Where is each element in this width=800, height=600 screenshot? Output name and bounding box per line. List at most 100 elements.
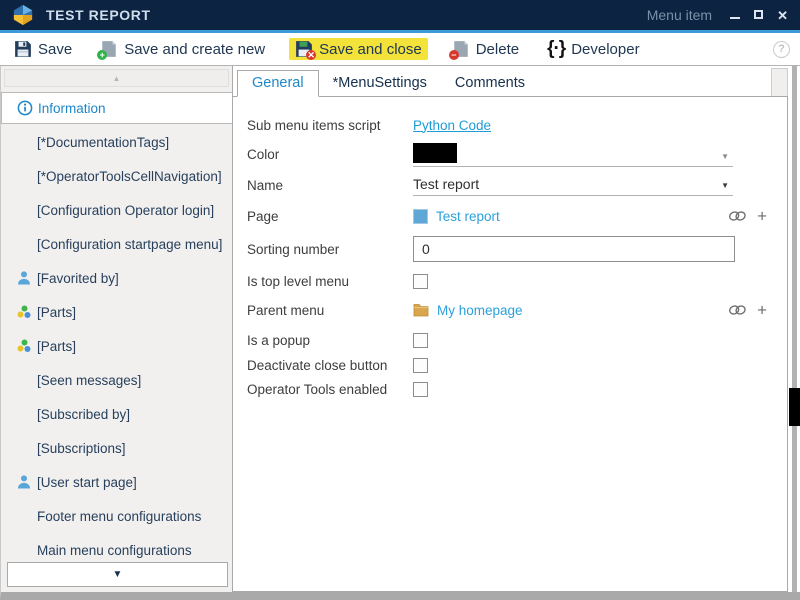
main-content: General *MenuSettings Comments Sub menu … [233, 66, 800, 592]
sidebar-item-favorited-by[interactable]: [Favorited by] [1, 261, 232, 295]
color-dropdown[interactable]: ▼ [413, 142, 733, 167]
sidebar-item-seen-messages[interactable]: [Seen messages] [1, 363, 232, 397]
developer-button[interactable]: {·} Developer [543, 36, 644, 62]
maximize-icon [754, 10, 763, 19]
page-icon [413, 209, 428, 224]
row-parent-menu: Parent menu My homepage + [247, 295, 773, 325]
sidebar-item-footer-menu-configurations[interactable]: Footer menu configurations [1, 499, 232, 533]
sidebar-item-label: [Parts] [37, 305, 76, 320]
row-is-a-popup: Is a popup [247, 327, 773, 353]
link-icon[interactable] [728, 210, 747, 223]
row-sorting-number: Sorting number [247, 233, 773, 265]
general-tab-panel: Sub menu items script Python Code Color … [233, 96, 788, 592]
delete-label: Delete [476, 41, 519, 58]
sidebar: ▲ Information [*DocumentationTags] [*Ope… [1, 66, 233, 592]
add-icon[interactable]: + [757, 208, 767, 225]
field-label: Sub menu items script [247, 118, 413, 133]
row-is-top-level-menu: Is top level menu [247, 267, 773, 295]
tab-comments[interactable]: Comments [441, 71, 539, 96]
save-and-close-button[interactable]: ✕ Save and close [289, 38, 428, 60]
page-reference-link[interactable]: Test report [436, 209, 500, 224]
redaction-block [789, 388, 800, 426]
save-new-icon: + [100, 40, 118, 58]
sidebar-item-subscribed-by[interactable]: [Subscribed by] [1, 397, 232, 431]
link-icon[interactable] [728, 304, 747, 317]
help-button[interactable]: ? [773, 41, 790, 58]
user-icon [16, 270, 32, 286]
tab-menusettings[interactable]: *MenuSettings [319, 71, 441, 96]
sidebar-item-label: [Subscriptions] [37, 441, 126, 456]
sidebar-item-label: Information [38, 101, 106, 116]
tab-general[interactable]: General [237, 70, 319, 97]
is-top-level-menu-checkbox[interactable] [413, 274, 428, 289]
deactivate-close-button-checkbox[interactable] [413, 358, 428, 373]
maximize-button[interactable] [754, 9, 763, 21]
operator-tools-enabled-checkbox[interactable] [413, 382, 428, 397]
save-label: Save [38, 41, 72, 58]
help-icon: ? [778, 43, 785, 55]
field-label: Name [247, 178, 413, 193]
color-swatch [413, 143, 457, 163]
app-window: TEST REPORT Menu item ✕ Save + Save and … [0, 0, 800, 600]
sidebar-section-dropdown[interactable]: ▼ [7, 562, 228, 587]
add-icon[interactable]: + [757, 302, 767, 319]
row-sub-menu-items-script: Sub menu items script Python Code [247, 111, 773, 139]
sidebar-item-subscriptions[interactable]: [Subscriptions] [1, 431, 232, 465]
sidebar-item-parts-1[interactable]: [Parts] [1, 295, 232, 329]
close-button[interactable]: ✕ [777, 9, 788, 22]
sidebar-item-information[interactable]: Information [1, 92, 232, 124]
tab-strip: General *MenuSettings Comments [233, 66, 788, 96]
chevron-down-icon: ▼ [721, 152, 729, 161]
folder-icon [413, 302, 429, 318]
minimize-button[interactable] [730, 9, 740, 21]
save-and-create-new-button[interactable]: + Save and create new [96, 38, 269, 60]
developer-label: Developer [571, 41, 639, 58]
is-a-popup-checkbox[interactable] [413, 333, 428, 348]
row-color: Color ▼ [247, 139, 773, 169]
field-label: Page [247, 209, 413, 224]
scroll-up-icon: ▲ [113, 74, 121, 83]
close-icon: ✕ [777, 8, 788, 23]
window-resize-border [792, 66, 797, 592]
delete-button[interactable]: − Delete [448, 38, 523, 60]
field-label: Deactivate close button [247, 358, 413, 373]
parent-menu-link[interactable]: My homepage [437, 303, 523, 318]
python-code-link[interactable]: Python Code [413, 118, 491, 133]
save-icon [14, 40, 32, 58]
sidebar-item-configuration-operator-login[interactable]: [Configuration Operator login] [1, 193, 232, 227]
sidebar-item-label: [Parts] [37, 339, 76, 354]
sidebar-item-user-start-page[interactable]: [User start page] [1, 465, 232, 499]
sidebar-item-parts-2[interactable]: [Parts] [1, 329, 232, 363]
sidebar-item-operatortoolscellnavigation[interactable]: [*OperatorToolsCellNavigation] [1, 159, 232, 193]
sidebar-item-configuration-startpage-menu[interactable]: [Configuration startpage menu] [1, 227, 232, 261]
save-close-icon: ✕ [295, 40, 313, 58]
field-label: Is a popup [247, 333, 413, 348]
sidebar-item-documentationtags[interactable]: [*DocumentationTags] [1, 125, 232, 159]
field-label: Color [247, 147, 413, 162]
row-deactivate-close-button: Deactivate close button [247, 353, 773, 377]
sidebar-item-label: [Configuration Operator login] [37, 203, 214, 218]
info-icon [17, 100, 33, 116]
delete-icon: − [452, 40, 470, 58]
window-right-edge [788, 66, 800, 592]
sidebar-scroll-up-button[interactable]: ▲ [4, 69, 229, 87]
name-combobox[interactable]: Test report ▼ [413, 174, 733, 196]
field-label: Parent menu [247, 303, 413, 318]
save-new-label: Save and create new [124, 41, 265, 58]
field-label: Sorting number [247, 242, 413, 257]
field-label: Is top level menu [247, 274, 413, 289]
window-title: TEST REPORT [46, 7, 151, 23]
title-bar: TEST REPORT Menu item ✕ [0, 0, 800, 30]
sidebar-item-label: [*OperatorToolsCellNavigation] [37, 169, 222, 184]
save-button[interactable]: Save [10, 38, 76, 60]
sidebar-item-label: [*DocumentationTags] [37, 135, 169, 150]
sidebar-item-label: [Favorited by] [37, 271, 119, 286]
sidebar-item-label: Main menu configurations [37, 543, 192, 558]
sorting-number-input[interactable] [413, 236, 735, 262]
user-icon [16, 474, 32, 490]
name-value: Test report [413, 176, 479, 192]
minimize-icon [730, 17, 740, 19]
chevron-down-icon: ▼ [113, 569, 123, 580]
toolbar: Save + Save and create new ✕ Save and cl… [0, 33, 800, 66]
sidebar-item-label: [Seen messages] [37, 373, 141, 388]
